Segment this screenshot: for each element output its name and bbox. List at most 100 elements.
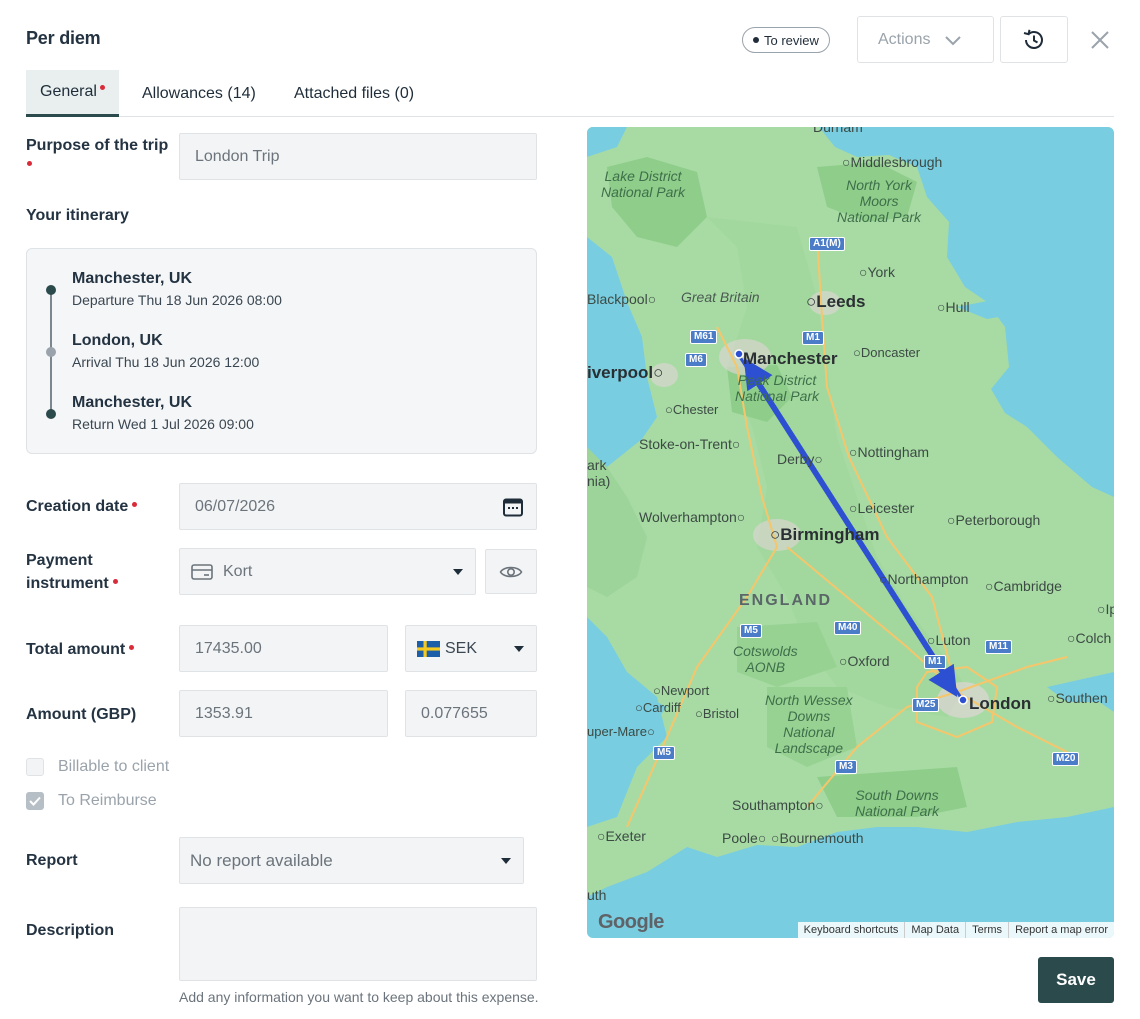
reimburse-label: To Reimburse (58, 792, 157, 809)
required-indicator (132, 502, 138, 507)
amount-gbp-input[interactable]: 1353.91 (179, 690, 388, 737)
map-label-peterborough: ○Peterborough (947, 512, 1041, 528)
exchange-rate-input[interactable]: 0.077655 (405, 690, 537, 737)
purpose-input[interactable]: London Trip (179, 133, 537, 180)
tab-general[interactable]: General (26, 70, 119, 117)
terms-link[interactable]: Terms (965, 922, 1008, 938)
total-amount-label-text: Total amount (26, 641, 126, 658)
map-label-northampton-text: Northampton (887, 571, 969, 587)
amount-gbp-value: 1353.91 (195, 704, 253, 722)
exchange-rate-value: 0.077655 (421, 704, 488, 722)
map-label-leicester-text: Leicester (857, 500, 915, 516)
map-label-south-downs: South Downs National Park (855, 787, 940, 819)
map-label-peterborough-text: Peterborough (955, 512, 1041, 528)
map-label-poole: Poole○ (722, 830, 767, 846)
card-icon (191, 563, 213, 580)
map-label-cardiff-text: Cardiff (642, 700, 681, 715)
check-icon (29, 796, 41, 806)
road-shield-m25: M25 (912, 698, 940, 712)
map-label-wolverhampton: Wolverhampton○ (639, 509, 746, 525)
report-map-error-link[interactable]: Report a map error (1008, 922, 1114, 938)
total-amount-input[interactable]: 17435.00 (179, 625, 388, 672)
itinerary-stop: Manchester, UK Departure Thu 18 Jun 2026… (72, 270, 282, 308)
itinerary-city: Manchester, UK (72, 270, 193, 287)
reimburse-checkbox[interactable] (26, 792, 44, 810)
view-payment-button[interactable] (485, 549, 537, 594)
itinerary-box[interactable]: Manchester, UK Departure Thu 18 Jun 2026… (26, 248, 537, 454)
calendar-icon[interactable] (502, 496, 524, 518)
report-select[interactable]: No report available (179, 837, 524, 884)
close-button[interactable] (1088, 28, 1112, 52)
creation-date-value: 06/07/2026 (195, 497, 276, 515)
status-badge[interactable]: To review (742, 27, 830, 53)
map-label-plymouth: uth (587, 887, 607, 903)
map-label-middlesbrough: ○Middlesbrough (842, 154, 943, 170)
google-logo: Google (598, 911, 664, 933)
map-label-leeds: ○Leeds (806, 292, 866, 311)
tab-general-label: General (40, 83, 97, 100)
map-label-cambridge-text: Cambridge (993, 578, 1062, 594)
map-label-ipswich: ○Ip (1097, 601, 1114, 617)
payment-instrument-label-text: Payment instrument (26, 552, 109, 592)
trip-map[interactable]: Durham ○Middlesbrough Lake District Nati… (587, 127, 1114, 938)
map-label-newport-text: Newport (660, 683, 710, 698)
map-label-weston-text: uper-Mare (587, 724, 647, 739)
map-label-doncaster: ○Doncaster (853, 345, 921, 360)
map-label-durham: Durham (813, 127, 863, 135)
tab-attached-files[interactable]: Attached files (0) (294, 70, 414, 117)
history-icon (1023, 29, 1043, 49)
map-label-bournemouth: ○Bournemouth (771, 830, 864, 846)
map-label-cardiff: ○Cardiff (635, 700, 681, 715)
payment-instrument-select[interactable]: Kort (179, 548, 476, 595)
save-button[interactable]: Save (1038, 957, 1114, 1003)
billable-checkbox-row[interactable]: Billable to client (26, 758, 169, 776)
map-label-park-edge: ark nia) (587, 457, 611, 489)
map-label-middlesbrough-text: Middlesbrough (850, 154, 943, 170)
map-label-york-text: York (867, 264, 895, 280)
map-label-england: ENGLAND (739, 592, 833, 609)
eye-icon (499, 566, 523, 577)
keyboard-shortcuts-link[interactable]: Keyboard shortcuts (798, 922, 905, 938)
actions-dropdown-button[interactable]: Actions (857, 16, 994, 63)
road-shield-m6: M6 (685, 353, 707, 367)
map-label-cambridge: ○Cambridge (985, 578, 1062, 594)
road-shield-m11: M11 (985, 640, 1012, 654)
currency-select[interactable]: SEK (405, 625, 537, 672)
chevron-down-icon (945, 35, 962, 45)
itinerary-dot (46, 409, 56, 419)
itinerary-dot (46, 285, 56, 295)
caret-down-icon (453, 569, 463, 575)
description-textarea[interactable] (179, 907, 537, 981)
description-help-text: Add any information you want to keep abo… (179, 989, 539, 1005)
history-button[interactable] (1000, 16, 1068, 63)
payment-instrument-label: Payment instrument (26, 549, 166, 595)
map-label-chester-text: Chester (672, 402, 719, 417)
tab-allowances-label: Allowances (14) (142, 84, 256, 102)
map-label-ipswich-text: Ip (1105, 601, 1114, 617)
required-indicator (129, 645, 135, 650)
tab-allowances[interactable]: Allowances (14) (142, 70, 256, 117)
map-data-link[interactable]: Map Data (904, 922, 965, 938)
description-label: Description (26, 922, 115, 939)
road-shield-m40: M40 (834, 621, 862, 635)
creation-date-input[interactable]: 06/07/2026 (179, 483, 537, 530)
map-label-chester: ○Chester (665, 402, 719, 417)
road-shield-m1: M1 (802, 331, 824, 345)
required-indicator (27, 161, 32, 166)
map-label-north-wessex: North Wessex Downs National Landscape (765, 692, 853, 756)
required-indicator (112, 579, 118, 584)
map-label-york: ○York (859, 264, 895, 280)
billable-checkbox[interactable] (26, 758, 44, 776)
map-label-cotswolds: Cotswolds AONB (733, 643, 798, 675)
map-label-great-britain: Great Britain (681, 289, 760, 305)
reimburse-checkbox-row[interactable]: To Reimburse (26, 792, 157, 810)
report-label: Report (26, 852, 78, 869)
itinerary-dot (46, 347, 56, 357)
purpose-label-text: Purpose of the trip (26, 137, 169, 154)
map-label-stoke: Stoke-on-Trent○ (639, 436, 741, 452)
map-label-exeter: ○Exeter (597, 828, 646, 844)
map-label-wolverhampton-text: Wolverhampton (639, 509, 737, 525)
map-label-blackpool-text: Blackpool (587, 291, 648, 307)
map-label-peak-district: Peak District National Park (735, 372, 820, 404)
caret-down-icon (501, 858, 511, 864)
